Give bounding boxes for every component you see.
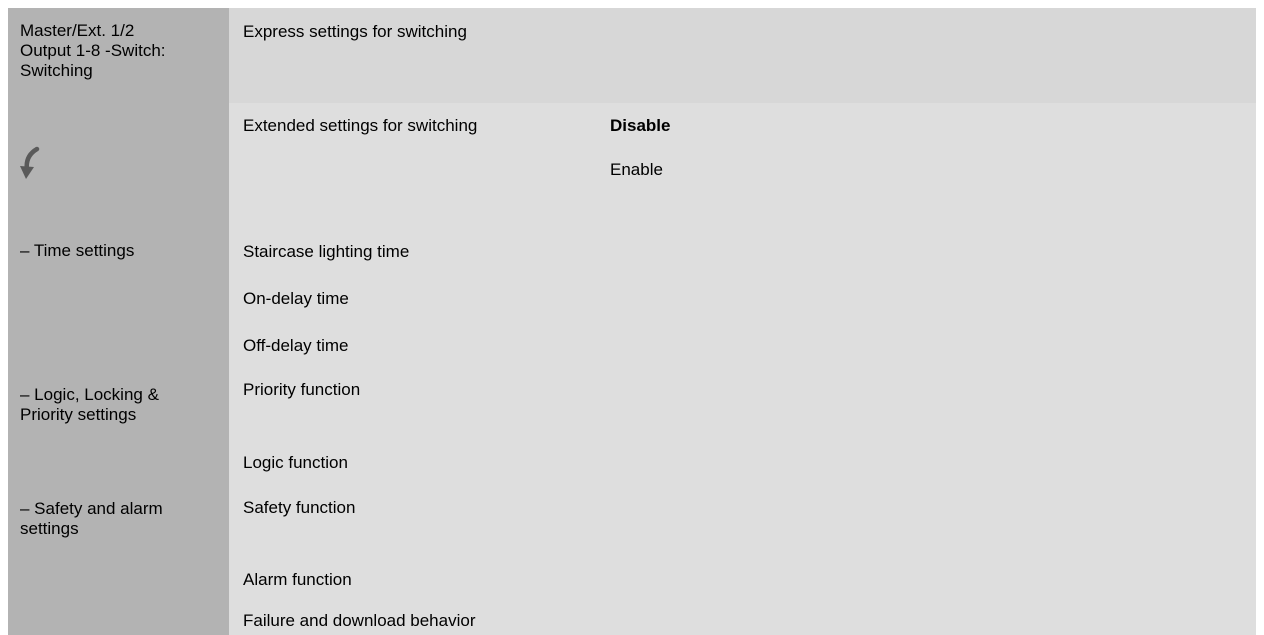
- sidebar-item-label: – Logic, Locking &: [20, 385, 159, 404]
- sidebar-item-time-settings[interactable]: – Time settings: [20, 241, 134, 261]
- alarm-function-label: Alarm function: [243, 570, 352, 589]
- option-enable[interactable]: Enable: [610, 160, 663, 180]
- sidebar-header-line-1: Master/Ext. 1/2: [20, 21, 135, 40]
- sidebar-header-line-3: Switching: [20, 61, 93, 80]
- sidebar-header-line-2: Output 1-8 -Switch:: [20, 41, 166, 60]
- option-disable[interactable]: Disable: [610, 116, 670, 136]
- sidebar: Master/Ext. 1/2 Output 1-8 -Switch: Swit…: [8, 8, 229, 635]
- sidebar-item-label: settings: [20, 519, 79, 538]
- priority-function-label: Priority function: [243, 380, 361, 399]
- express-settings-label: Express settings for switching: [243, 22, 467, 41]
- off-delay-time-label: Off-delay time: [243, 336, 349, 355]
- logic-function-label: Logic function: [243, 453, 348, 472]
- sidebar-header[interactable]: Master/Ext. 1/2 Output 1-8 -Switch: Swit…: [20, 21, 166, 81]
- sidebar-item-label: Priority settings: [20, 405, 137, 424]
- safety-function-label: Safety function: [243, 498, 356, 517]
- sidebar-item-safety-alarm[interactable]: – Safety and alarm settings: [20, 499, 163, 539]
- extended-settings-label: Extended settings for switching: [243, 116, 478, 135]
- sidebar-item-label: – Time settings: [20, 241, 135, 260]
- failure-download-behavior-label: Failure and download behavior: [243, 611, 476, 630]
- undo-arrow-icon: [20, 146, 40, 179]
- sidebar-item-logic-locking-priority[interactable]: – Logic, Locking & Priority settings: [20, 385, 159, 425]
- staircase-lighting-time-label: Staircase lighting time: [243, 242, 410, 261]
- sidebar-item-label: – Safety and alarm: [20, 499, 163, 518]
- parameter-panel: Express settings for switching Extended …: [229, 8, 1256, 635]
- on-delay-time-label: On-delay time: [243, 289, 349, 308]
- parameter-window: Master/Ext. 1/2 Output 1-8 -Switch: Swit…: [8, 8, 1256, 635]
